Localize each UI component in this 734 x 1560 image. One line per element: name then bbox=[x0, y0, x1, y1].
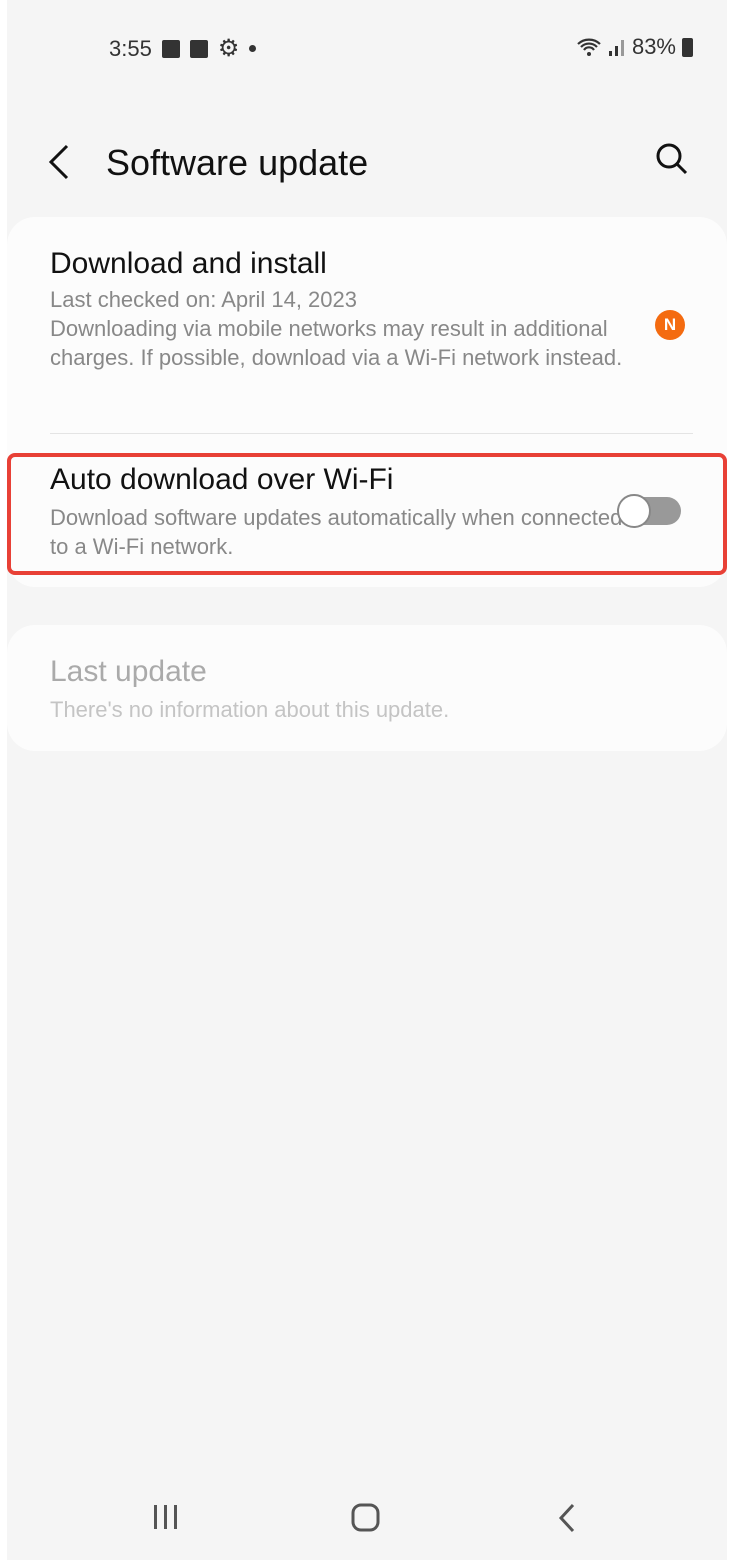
download-install-title: Download and install bbox=[50, 247, 327, 280]
dot-icon bbox=[249, 45, 257, 52]
screen: 3:55 ⚙ 83% Software update Download and … bbox=[7, 0, 727, 1560]
chevron-left-icon[interactable] bbox=[47, 144, 71, 189]
checkbox-icon bbox=[161, 39, 180, 58]
wifi-icon bbox=[577, 38, 601, 56]
toggle-knob bbox=[617, 494, 651, 528]
clock: 3:55 bbox=[109, 35, 152, 61]
app-bar: Software update bbox=[7, 130, 727, 194]
recents-icon[interactable] bbox=[152, 1503, 180, 1531]
divider bbox=[50, 433, 693, 434]
last-update-subtitle: There's no information about this update… bbox=[50, 697, 450, 722]
battery-percent: 83% bbox=[631, 34, 676, 59]
status-bar: 3:55 ⚙ 83% bbox=[7, 30, 727, 64]
last-update-card[interactable]: Last update There's no information about… bbox=[7, 625, 727, 751]
auto-download-toggle[interactable] bbox=[617, 494, 681, 528]
home-icon[interactable] bbox=[351, 1503, 381, 1533]
gallery-icon bbox=[189, 39, 208, 58]
new-badge: N bbox=[655, 310, 685, 340]
signal-icon bbox=[608, 40, 624, 56]
page-title: Software update bbox=[106, 142, 369, 183]
download-note: Downloading via mobile networks may resu… bbox=[50, 316, 623, 370]
search-icon[interactable] bbox=[655, 142, 689, 181]
gear-icon: ⚙ bbox=[217, 35, 240, 62]
back-icon[interactable] bbox=[557, 1503, 577, 1533]
download-install-item[interactable]: Download and install Last checked on: Ap… bbox=[50, 247, 627, 372]
last-update-title: Last update bbox=[50, 655, 207, 688]
battery-icon bbox=[682, 37, 693, 57]
navigation-bar bbox=[7, 1495, 727, 1539]
last-checked: Last checked on: April 14, 2023 bbox=[50, 287, 357, 312]
